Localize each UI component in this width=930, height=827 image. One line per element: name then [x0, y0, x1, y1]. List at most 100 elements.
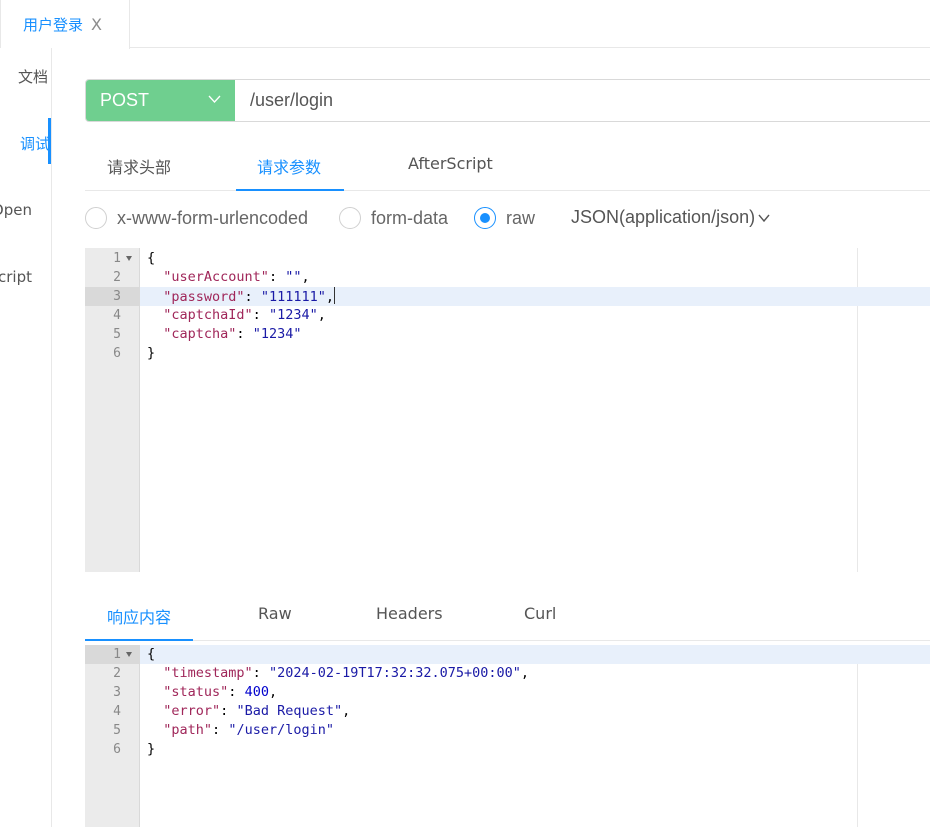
request-tabs: 请求头部 请求参数 AfterScript: [85, 142, 930, 191]
code-text: "captcha": "1234": [147, 325, 301, 344]
line-number: 1: [113, 251, 121, 266]
json-punct: ,: [342, 703, 351, 719]
tab-label: 用户登录: [23, 16, 84, 34]
line-number: 3: [113, 289, 121, 304]
code-line[interactable]: 5 "captcha": "1234": [85, 325, 930, 344]
tab-response-content[interactable]: 响应内容: [107, 604, 171, 628]
code-line[interactable]: 3 "status": 400,: [85, 683, 930, 702]
json-key: "captcha": [163, 326, 237, 342]
line-number: 2: [113, 270, 121, 285]
json-punct: :: [252, 665, 269, 681]
json-punct: }: [147, 741, 156, 757]
code-text: "status": 400,: [147, 683, 277, 702]
tab-headers[interactable]: Headers: [376, 604, 443, 623]
line-number: 3: [113, 685, 121, 700]
sidebar-item-label: 调试: [19, 135, 50, 153]
radio-label: raw: [506, 207, 536, 228]
line-number: 4: [113, 704, 121, 719]
json-punct: :: [252, 307, 269, 323]
line-number: 2: [113, 666, 121, 681]
json-key: "path": [163, 722, 213, 738]
top-tab-bar: 用户登录 X: [0, 0, 930, 49]
json-string: "": [285, 269, 302, 285]
sidebar-item-debug[interactable]: 调试: [0, 133, 51, 155]
sidebar-item-label: Open: [0, 201, 32, 219]
chevron-down-icon: [208, 95, 221, 103]
json-string: "1234": [252, 326, 302, 342]
json-number: 400: [244, 684, 269, 700]
json-punct: :: [236, 326, 253, 342]
sidebar-item-label: 文档: [17, 68, 48, 86]
code-text: "password": "111111",: [147, 287, 335, 307]
code-text: }: [147, 344, 155, 363]
code-text: "error": "Bad Request",: [147, 702, 350, 721]
code-text: "captchaId": "1234",: [147, 306, 326, 325]
close-icon[interactable]: X: [91, 15, 102, 34]
code-line[interactable]: 1{: [85, 645, 930, 664]
request-url-bar: POST: [85, 79, 930, 122]
fold-arrow-icon[interactable]: [126, 652, 132, 657]
radio-raw[interactable]: raw: [474, 207, 535, 229]
code-line[interactable]: 6}: [85, 740, 930, 759]
json-punct: ,: [268, 684, 278, 700]
request-body-editor[interactable]: 1{2 "userAccount": "", 3 "password": "111…: [85, 248, 930, 572]
tab-afterscript[interactable]: AfterScript: [408, 154, 493, 173]
tab-request-headers[interactable]: 请求头部: [107, 154, 171, 178]
json-punct: ,: [520, 665, 530, 681]
line-number: 6: [113, 742, 121, 757]
sidebar-active-indicator: [48, 118, 51, 164]
code-text: }: [147, 740, 155, 759]
radio-label: form-data: [371, 207, 449, 228]
body-type-group: x-www-form-urlencoded form-data raw JSON…: [85, 203, 845, 233]
json-punct: ,: [325, 289, 334, 305]
code-line[interactable]: 6}: [85, 344, 930, 363]
tab-request-params[interactable]: 请求参数: [257, 154, 321, 178]
line-number: 5: [113, 723, 121, 738]
json-string: "111111": [260, 289, 326, 305]
code-line[interactable]: 3 "password": "111111",: [85, 287, 930, 306]
code-line[interactable]: 1{: [85, 249, 930, 268]
response-tabs: 响应内容 Raw Headers Curl: [85, 592, 930, 641]
tab-curl[interactable]: Curl: [524, 604, 556, 623]
radio-circle: [339, 207, 361, 229]
json-key: "captchaId": [163, 307, 253, 323]
json-string: "1234": [268, 307, 318, 323]
tab-raw[interactable]: Raw: [258, 604, 292, 623]
json-punct: [147, 269, 163, 285]
content-type-select[interactable]: JSON(application/json): [571, 207, 770, 228]
json-punct: :: [244, 289, 261, 305]
json-key: "timestamp": [163, 665, 253, 681]
json-key: "userAccount": [163, 269, 269, 285]
json-punct: ,: [301, 269, 310, 285]
sidebar-item-script[interactable]: Script: [0, 268, 51, 290]
code-line[interactable]: 2 "userAccount": "",: [85, 268, 930, 287]
json-punct: [147, 307, 163, 323]
chevron-down-icon: [758, 214, 770, 222]
code-text: "userAccount": "",: [147, 268, 310, 287]
code-line[interactable]: 5 "path": "/user/login": [85, 721, 930, 740]
sidebar: 文档 调试 Open Script: [0, 48, 52, 827]
json-key: "error": [163, 703, 221, 719]
active-tab-underline: [85, 639, 193, 641]
sidebar-item-label: Script: [0, 268, 32, 286]
json-punct: {: [147, 646, 156, 662]
line-number: 5: [113, 327, 121, 342]
code-line[interactable]: 2 "timestamp": "2024-02-19T17:32:32.075+…: [85, 664, 930, 683]
line-number: 4: [113, 308, 121, 323]
method-select[interactable]: POST: [86, 80, 235, 121]
code-line[interactable]: 4 "error": "Bad Request",: [85, 702, 930, 721]
active-tab-underline: [236, 189, 344, 191]
sidebar-item-docs[interactable]: 文档: [0, 66, 51, 88]
radio-form-data[interactable]: form-data: [339, 207, 448, 229]
json-punct: [147, 703, 163, 719]
sidebar-item-open[interactable]: Open: [0, 201, 51, 223]
content-type-label: JSON(application/json): [571, 207, 756, 227]
code-line[interactable]: 4 "captchaId": "1234",: [85, 306, 930, 325]
response-body-editor[interactable]: 1{2 "timestamp": "2024-02-19T17:32:32.07…: [85, 645, 930, 827]
fold-arrow-icon[interactable]: [126, 256, 132, 261]
tab-user-login[interactable]: 用户登录 X: [0, 0, 130, 49]
json-string: "Bad Request": [236, 703, 343, 719]
radio-x-www-form-urlencoded[interactable]: x-www-form-urlencoded: [85, 207, 308, 229]
code-text: "path": "/user/login": [147, 721, 334, 740]
url-input[interactable]: [236, 80, 930, 121]
